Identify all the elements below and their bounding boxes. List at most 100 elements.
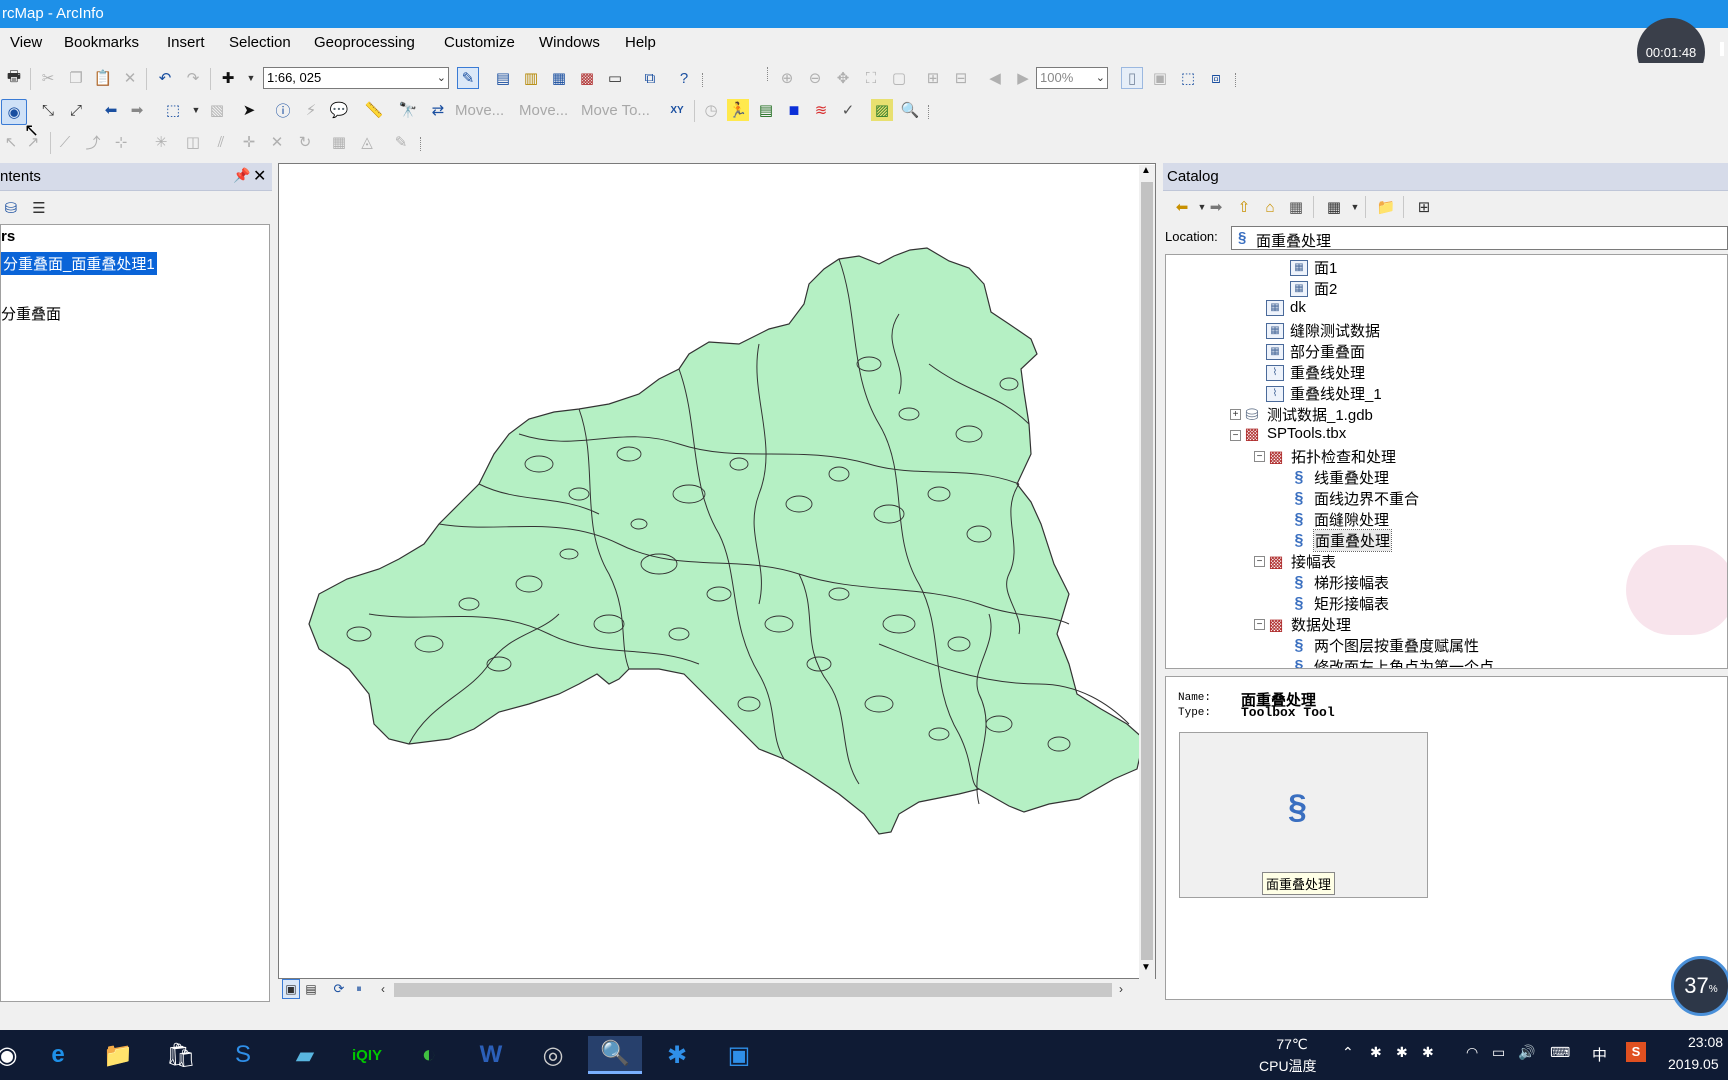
sogou-ime-icon[interactable]: S — [1626, 1042, 1646, 1062]
python-window-icon[interactable]: ▭ — [604, 67, 626, 89]
collapse-icon[interactable]: − — [1230, 430, 1241, 441]
menu-bookmarks[interactable]: Bookmarks — [64, 34, 139, 51]
pinned-app-icon[interactable]: ✱ — [658, 1036, 696, 1074]
zoom-whole-page-icon[interactable]: ⛶ — [860, 67, 882, 89]
rotate-tool-icon[interactable]: ↻ — [294, 131, 316, 153]
expand-icon[interactable]: + — [1230, 409, 1241, 420]
hyperlink-icon[interactable]: ⚡ — [300, 99, 322, 121]
tree-item-feature-class[interactable]: ▦ 部分重叠面 — [1266, 341, 1365, 362]
go-to-xy-icon[interactable]: XY — [666, 99, 688, 121]
start-icon[interactable]: ◉ — [0, 1036, 26, 1074]
select-elements-icon[interactable]: ➤ — [238, 99, 260, 121]
layout-zoom-combo[interactable]: 100% ⌄ — [1036, 67, 1108, 89]
edit-tool-icon[interactable]: ↖ — [0, 131, 22, 153]
fixed-zoom-out-icon[interactable]: ⊟ — [950, 67, 972, 89]
connect-folder-icon[interactable]: ▦ — [1285, 196, 1307, 218]
cpu-gauge[interactable]: 37% — [1671, 956, 1728, 1016]
adjust-icon[interactable]: ✓ — [837, 99, 859, 121]
volume-icon[interactable]: 🔊 — [1518, 1044, 1535, 1061]
map-scale-combo[interactable]: 1:66, 025 ⌄ — [263, 67, 449, 89]
clear-selection-icon[interactable]: ▧ — [206, 99, 228, 121]
menu-windows[interactable]: Windows — [539, 34, 600, 51]
toolbar-grip[interactable] — [767, 67, 775, 81]
tree-item-tool[interactable]: § 线重叠处理 — [1290, 467, 1389, 488]
redo-icon[interactable]: ↷ — [182, 67, 204, 89]
toolbar-grip[interactable] — [420, 137, 428, 151]
sketch-properties-icon[interactable]: ◬ — [356, 131, 378, 153]
menu-view[interactable]: View — [10, 34, 42, 51]
tray-app-icon[interactable]: ✱ — [1370, 1044, 1382, 1061]
table-of-contents-icon[interactable]: ▤ — [492, 67, 514, 89]
paste-icon[interactable]: 📋 — [92, 67, 114, 89]
split-tool-icon[interactable]: ✳ — [150, 131, 172, 153]
tree-item-feature-class[interactable]: ⌇ 重叠线处理 — [1266, 362, 1365, 383]
cut-polygons-icon[interactable]: ⫽ — [210, 131, 232, 153]
add-data-icon[interactable]: ✚ — [217, 67, 239, 89]
clock-time[interactable]: 23:08 — [1688, 1034, 1723, 1050]
rotate-icon[interactable]: ✕ — [266, 131, 288, 153]
battery-icon[interactable]: ▭ — [1492, 1044, 1505, 1061]
go-forward-extent-icon[interactable]: ▶ — [1012, 67, 1034, 89]
refresh-icon[interactable]: ⟳ — [330, 979, 348, 999]
menu-geoprocessing[interactable]: Geoprocessing — [314, 34, 415, 51]
print-icon[interactable]: 🖶 — [3, 67, 25, 89]
pause-drawing-icon[interactable]: ⏸ — [350, 979, 368, 999]
zoom-100-icon[interactable]: ▢ — [888, 67, 910, 89]
toolbar-grip[interactable] — [928, 105, 936, 119]
map-vertical-scroll-thumb[interactable] — [1141, 182, 1153, 960]
swipe-layer-icon[interactable]: ▤ — [755, 99, 777, 121]
delete-icon[interactable]: ✕ — [119, 67, 141, 89]
polygon-layer-outline[interactable] — [308, 247, 1145, 835]
scroll-left-icon[interactable]: ‹ — [374, 979, 392, 999]
toolbar-grip[interactable] — [1235, 73, 1243, 87]
toolbar-grip[interactable] — [702, 73, 710, 87]
map-canvas[interactable] — [279, 164, 1155, 978]
fixed-zoom-in-icon[interactable]: ⤡ — [37, 99, 59, 121]
layer-item-selected[interactable]: 分重叠面_面重叠处理1 — [1, 252, 157, 275]
keyboard-icon[interactable]: ⌨ — [1550, 1044, 1570, 1061]
pin-icon[interactable]: 📌 — [233, 167, 250, 184]
views-dropdown-icon[interactable]: ▼ — [1344, 196, 1366, 218]
magnifier-window-icon[interactable]: 🔍 — [899, 99, 921, 121]
tree-item-toolset[interactable]: ▩ 数据处理 — [1267, 614, 1351, 635]
fixed-zoom-out-icon[interactable]: ⤢ — [65, 99, 87, 121]
zoom-in-fixed-icon[interactable]: ⊕ — [776, 67, 798, 89]
tree-item-tool[interactable]: § 修改面左上角点为第一个点 — [1290, 656, 1494, 669]
go-back-extent-icon[interactable]: ◀ — [984, 67, 1006, 89]
collapse-icon[interactable]: − — [1254, 451, 1265, 462]
tree-item-tool[interactable]: § 两个图层按重叠度赋属性 — [1290, 635, 1479, 656]
select-dropdown-icon[interactable]: ▼ — [185, 99, 207, 121]
collapse-icon[interactable]: − — [1254, 619, 1265, 630]
editor-toolbar-icon[interactable]: ✎ — [457, 67, 479, 89]
tree-item-toolbox[interactable]: ▩ SPTools.tbx — [1243, 425, 1346, 443]
tray-sync-icon[interactable]: ✱ — [1396, 1044, 1408, 1061]
reshape-icon[interactable]: ◫ — [182, 131, 204, 153]
arctoolbox-icon[interactable]: ▩ — [576, 67, 598, 89]
effects-square-icon[interactable]: ■ — [783, 99, 805, 121]
time-slider-icon[interactable]: ◷ — [700, 99, 722, 121]
forward-arrow-icon[interactable]: ➡ — [126, 99, 148, 121]
change-layout-icon[interactable]: ⬚ — [1177, 67, 1199, 89]
close-icon[interactable]: ✕ — [253, 166, 266, 186]
html-popup-icon[interactable]: 💬 — [328, 99, 350, 121]
pan-page-icon[interactable]: ✥ — [832, 67, 854, 89]
measure-icon[interactable]: 📏 — [363, 99, 385, 121]
scroll-up-icon[interactable]: ▲ — [1141, 165, 1151, 176]
copy-icon[interactable]: ❐ — [65, 67, 87, 89]
word-icon[interactable]: W — [472, 1036, 510, 1074]
catalog-tree[interactable]: ▦ 面1 ▦ 面2 ▦ dk ▦ 缝隙测试数据 ▦ 部分重叠面 ⌇ 重叠线处理 ⌇ 重叠线处理… — [1165, 254, 1728, 669]
point-tool-icon[interactable]: ⊹ — [110, 131, 132, 153]
tree-item-feature-class[interactable]: ▦ 缝隙测试数据 — [1266, 320, 1380, 341]
zoom-out-fixed-icon[interactable]: ⊖ — [804, 67, 826, 89]
browser-360-icon[interactable]: ◐ — [410, 1036, 448, 1074]
tree-item-toolset[interactable]: ▩ 接幅表 — [1267, 551, 1336, 572]
attributes-icon[interactable]: ▦ — [328, 131, 350, 153]
find-route-icon[interactable]: ⇄ — [427, 99, 449, 121]
menu-help[interactable]: Help — [625, 34, 656, 51]
focus-data-frame-icon[interactable]: ▣ — [1149, 67, 1171, 89]
undo-icon[interactable]: ↶ — [154, 67, 176, 89]
select-features-icon[interactable]: ⬚ — [162, 99, 184, 121]
iqiyi-icon[interactable]: iQIY — [348, 1036, 386, 1074]
tree-item-tool[interactable]: § 面线边界不重合 — [1290, 488, 1419, 509]
layers-label[interactable]: rs — [1, 228, 15, 245]
